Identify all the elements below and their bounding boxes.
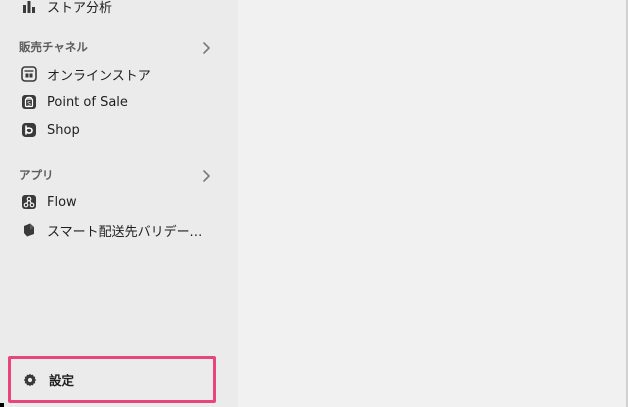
svg-text:S: S bbox=[27, 101, 31, 108]
sidebar-item-label: オンラインストア bbox=[47, 68, 151, 84]
flow-icon bbox=[19, 192, 39, 212]
point-of-sale-icon: S bbox=[19, 92, 39, 112]
sidebar-item-flow[interactable]: Flow bbox=[12, 190, 220, 214]
sidebar-item-address-validation[interactable]: スマート配送先バリデーシ… bbox=[12, 218, 220, 242]
sidebar-item-shop[interactable]: Shop bbox=[12, 118, 220, 142]
app-frame: ストア分析 販売チャネル オンラインストア S Point of Sale Sh… bbox=[0, 0, 628, 407]
sidebar-item-analytics[interactable]: ストア分析 bbox=[12, 0, 220, 18]
sidebar: ストア分析 販売チャネル オンラインストア S Point of Sale Sh… bbox=[0, 0, 238, 407]
bar-chart-icon bbox=[19, 0, 39, 16]
shop-app-icon bbox=[19, 120, 39, 140]
window-corner bbox=[0, 403, 4, 407]
apps-header: アプリ bbox=[19, 168, 54, 182]
online-store-icon bbox=[19, 64, 39, 84]
main-content bbox=[238, 0, 628, 407]
sidebar-item-point-of-sale[interactable]: S Point of Sale bbox=[12, 90, 220, 114]
settings-button[interactable]: 設定 bbox=[8, 356, 216, 403]
sidebar-item-label: ストア分析 bbox=[47, 0, 113, 16]
sales-channels-chevron-right-icon[interactable] bbox=[199, 41, 213, 55]
sidebar-item-label: Point of Sale bbox=[47, 94, 128, 110]
sidebar-item-label: スマート配送先バリデーシ… bbox=[47, 224, 215, 240]
sidebar-item-label: Flow bbox=[47, 194, 77, 210]
sales-channels-header: 販売チャネル bbox=[19, 40, 88, 54]
gear-icon bbox=[21, 371, 39, 389]
settings-label: 設定 bbox=[49, 373, 75, 388]
sidebar-item-online-store[interactable]: オンラインストア bbox=[12, 62, 220, 86]
sidebar-item-label: Shop bbox=[47, 122, 80, 138]
address-validation-icon bbox=[19, 220, 39, 240]
apps-chevron-right-icon[interactable] bbox=[199, 169, 213, 183]
